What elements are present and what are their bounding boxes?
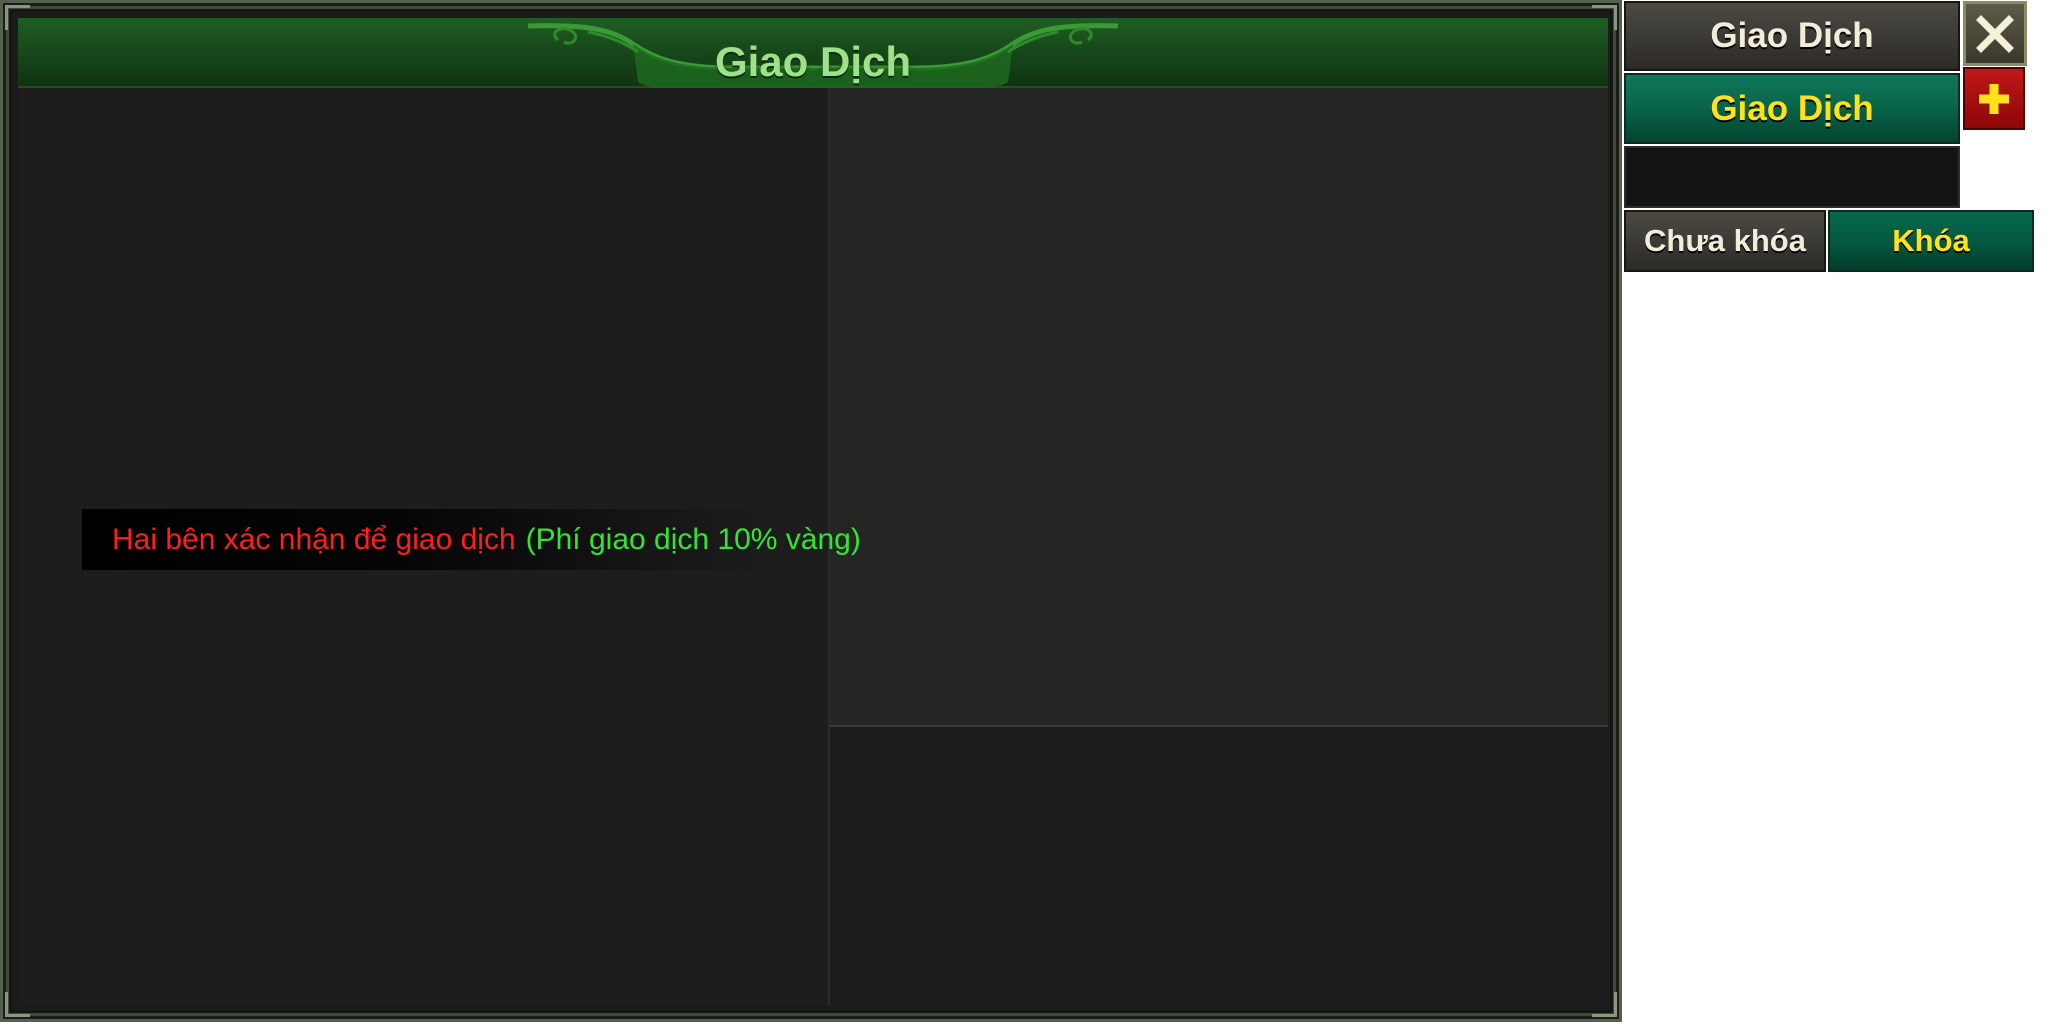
close-icon bbox=[1976, 14, 2014, 53]
unlock-status-button[interactable]: Chưa khóa bbox=[1624, 210, 1826, 272]
item-detail-panel bbox=[830, 727, 1608, 1006]
notice-fee-text: (Phí giao dịch 10% vàng) bbox=[525, 522, 861, 556]
lock-label: Khóa bbox=[1892, 223, 1970, 258]
trade-notice: Hai bên xác nhận để giao dịch (Phí giao … bbox=[82, 509, 861, 570]
title-bar: Giao Dịch bbox=[18, 18, 1608, 90]
notice-confirm-text: Hai bên xác nhận để giao dịch bbox=[112, 522, 516, 556]
lock-button[interactable]: Khóa bbox=[1828, 210, 2034, 272]
unlock-status-label: Chưa khóa bbox=[1644, 223, 1806, 258]
plus-icon bbox=[1979, 83, 2009, 114]
partner-trade-button[interactable]: Giao Dịch bbox=[1624, 1, 1960, 71]
trade-window: Giao Dịch Hai bên xác nhận để giao dịch … bbox=[0, 0, 1622, 1022]
close-button[interactable] bbox=[1963, 1, 2027, 66]
item-grid-panel bbox=[830, 88, 1608, 727]
partner-trade-label: Giao Dịch bbox=[1710, 16, 1874, 55]
self-trade-label: Giao Dịch bbox=[1710, 88, 1874, 128]
add-button[interactable] bbox=[1963, 67, 2025, 130]
window-title: Giao Dịch bbox=[714, 38, 912, 85]
self-trade-button[interactable]: Giao Dịch bbox=[1624, 73, 1960, 144]
trade-amount-field[interactable] bbox=[1624, 146, 1960, 208]
